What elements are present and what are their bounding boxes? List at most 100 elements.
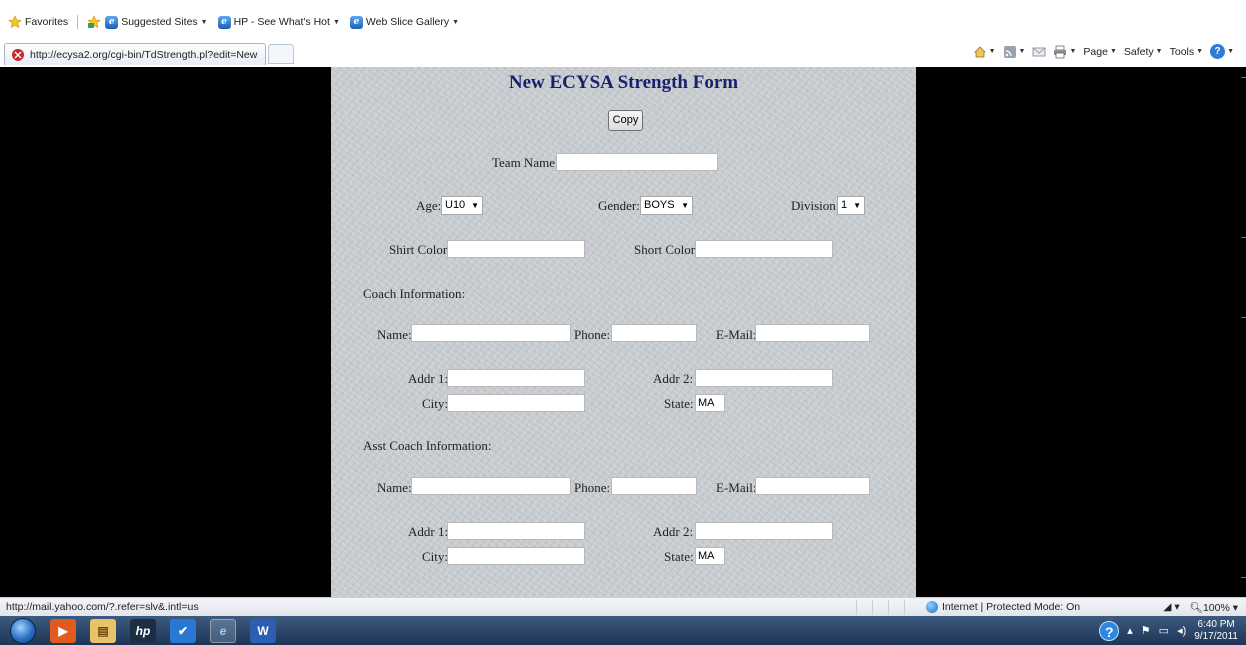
asst-coach-info-heading: Asst Coach Information: [363,438,492,453]
chevron-down-icon: ▼ [200,18,208,26]
word-icon[interactable]: W [250,618,276,643]
age-select[interactable]: U10 ▼ [441,196,483,215]
division-select[interactable]: 1 ▼ [837,196,865,215]
scroll-marker [1241,237,1246,238]
tab-ecysa[interactable]: http://ecysa2.org/cgi-bin/TdStrength.pl?… [4,43,267,65]
favorites-button[interactable]: Favorites [8,15,68,29]
action-center-flag-icon[interactable]: ⚑ [1141,624,1151,637]
short-color-input[interactable] [695,240,833,258]
coach-city-input[interactable] [447,394,585,412]
ie-icon: e [217,15,231,29]
favorites-label: Favorites [25,16,69,28]
checkmark-app-icon[interactable]: ✔ [170,618,196,643]
asst-coach-name-input[interactable] [411,477,571,495]
home-icon [973,46,986,57]
chevron-down-icon: ▼ [988,48,996,55]
coach-name-input[interactable] [411,324,571,342]
help-icon: ? [1210,44,1226,59]
chevron-down-icon: ▼ [452,18,460,26]
asst-coach-city-label: City: [422,549,449,564]
ie-icon: e [105,15,119,29]
home-button[interactable]: ▼ [973,45,996,59]
coach-email-input[interactable] [755,324,870,342]
mail-button[interactable] [1032,45,1046,59]
chevron-down-icon: ▼ [1196,48,1204,55]
print-button[interactable]: ▼ [1053,45,1076,59]
shirt-color-label: Shirt Color: [389,242,451,257]
new-tab-button[interactable] [268,44,295,64]
start-button[interactable] [10,617,36,644]
chevron-down-icon: ▼ [1018,48,1026,55]
web-slice-link[interactable]: e Web Slice Gallery ▼ [349,15,460,29]
feeds-button[interactable]: ▼ [1003,45,1026,59]
suggested-sites-label: Suggested Sites [121,16,198,28]
copy-button[interactable]: Copy [608,110,643,131]
status-url: http://mail.yahoo.com/?.refer=slv&.intl=… [6,601,199,613]
compat-icon[interactable]: ◢ ▾ [1163,601,1179,613]
asst-coach-email-input[interactable] [755,477,870,495]
hp-icon[interactable]: hp [130,618,156,643]
team-name-input[interactable] [556,153,718,171]
separator [77,15,79,29]
coach-addr1-input[interactable] [447,369,585,387]
suggested-sites-link[interactable]: e Suggested Sites ▼ [105,15,208,29]
coach-state-label: State: [664,396,694,411]
short-color-label: Short Color: [634,242,699,257]
scroll-marker [1241,77,1246,78]
chevron-down-icon: ▼ [853,201,861,210]
asst-coach-addr1-label: Addr 1: [408,524,449,539]
add-favorite-icon[interactable] [87,15,101,29]
asst-coach-addr2-label: Addr 2: [653,524,694,539]
command-bar: ▼ ▼ ▼ Page ▼ Safety ▼ Tools ▼ ? ▼ [973,44,1234,59]
shirt-color-input[interactable] [447,240,585,258]
network-icon[interactable]: ▭ [1159,624,1169,637]
gender-value: BOYS [644,199,675,211]
internet-explorer-icon[interactable]: e [210,618,236,643]
hp-link-label: HP - See What's Hot [233,16,330,28]
help-menu[interactable]: ? ▼ [1210,44,1234,59]
hp-link[interactable]: e HP - See What's Hot ▼ [217,15,340,29]
coach-state-input[interactable]: MA [695,394,725,412]
age-label: Age: [416,198,442,213]
page-favicon-icon [12,48,24,61]
page-title: New ECYSA Strength Form [508,72,739,93]
help-icon[interactable]: ? [1099,620,1120,641]
asst-coach-city-input[interactable] [447,547,585,565]
asst-coach-phone-input[interactable] [611,477,697,495]
tray-expand-icon[interactable]: ▴ [1127,624,1133,637]
security-zone[interactable]: Internet | Protected Mode: On [926,601,1116,613]
asst-coach-addr2-input[interactable] [695,522,833,540]
page-menu[interactable]: Page ▼ [1083,46,1116,58]
asst-coach-addr1-input[interactable] [447,522,585,540]
rss-icon [1003,45,1016,58]
tools-menu[interactable]: Tools ▼ [1170,46,1203,58]
web-slice-label: Web Slice Gallery [365,16,450,28]
media-player-icon[interactable]: ▶ [50,618,76,643]
chevron-down-icon: ▼ [1227,48,1234,55]
strength-form: New ECYSA Strength Form Copy Team Name: … [331,67,916,597]
chevron-down-icon: ▼ [1109,48,1117,55]
system-tray: ? ▴ ⚑ ▭ ◂) 6:40 PM 9/17/2011 [1099,619,1238,643]
asst-coach-email-label: E-Mail: [716,480,757,495]
clock[interactable]: 6:40 PM 9/17/2011 [1194,619,1238,643]
clock-date: 9/17/2011 [1194,630,1238,642]
volume-icon[interactable]: ◂) [1177,624,1186,637]
star-icon [8,15,22,29]
coach-email-label: E-Mail: [716,327,757,342]
coach-phone-input[interactable] [611,324,697,342]
gender-select[interactable]: BOYS ▼ [640,196,693,215]
asst-coach-name-label: Name: [377,480,412,495]
coach-phone-label: Phone: [574,327,611,342]
coach-addr2-input[interactable] [695,369,833,387]
gender-label: Gender: [598,198,640,213]
zoom-button[interactable]: 🔍︎100% ▾ [1190,601,1238,614]
content-viewport: New ECYSA Strength Form Copy Team Name: … [0,67,1246,597]
asst-coach-state-label: State: [664,549,694,564]
zoom-level: 100% [1202,601,1230,614]
chevron-down-icon: ▼ [332,18,340,26]
printer-icon [1054,45,1067,58]
safety-menu[interactable]: Safety ▼ [1124,46,1163,58]
asst-coach-state-input[interactable]: MA [695,547,725,565]
status-bar: http://mail.yahoo.com/?.refer=slv&.intl=… [0,597,1246,616]
folder-icon[interactable]: ▤ [90,618,116,643]
